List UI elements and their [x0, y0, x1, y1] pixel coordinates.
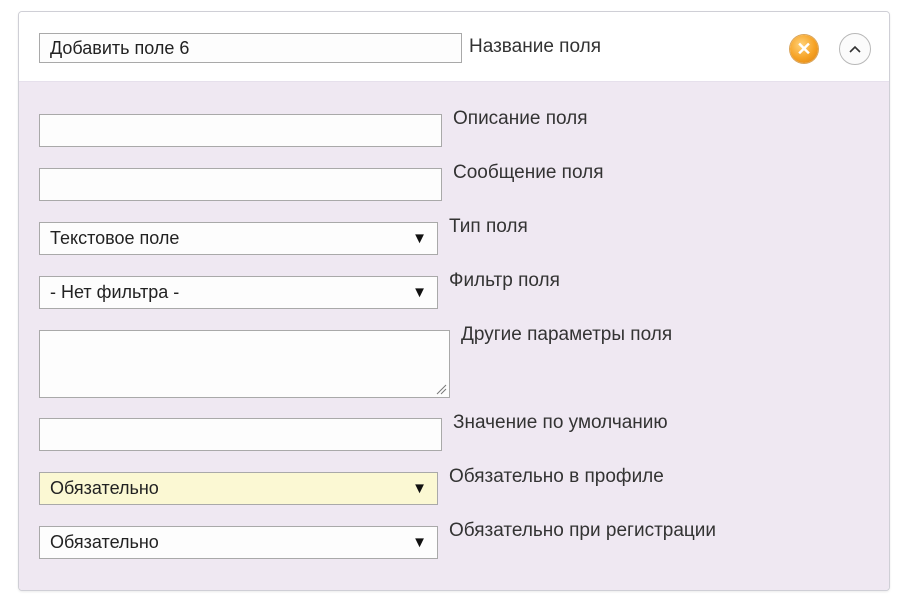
field-filter-selected: - Нет фильтра -: [50, 282, 180, 302]
description-input[interactable]: [39, 114, 442, 147]
default-value-label: Значение по умолчанию: [453, 412, 668, 433]
message-label: Сообщение поля: [453, 162, 604, 183]
dropdown-arrow-icon: ▼: [412, 534, 427, 551]
required-profile-label: Обязательно в профиле: [449, 466, 664, 487]
close-icon[interactable]: ✕: [790, 35, 818, 63]
panel-body: Описание поля Сообщение поля Текстовое п…: [19, 82, 889, 590]
dropdown-arrow-icon: ▼: [412, 480, 427, 497]
field-type-selected: Текстовое поле: [50, 228, 180, 248]
dropdown-arrow-icon: ▼: [412, 230, 427, 247]
description-label: Описание поля: [453, 108, 588, 129]
field-name-input[interactable]: [39, 33, 462, 63]
required-registration-select[interactable]: Обязательно ▼: [39, 526, 438, 559]
field-name-label: Название поля: [469, 36, 601, 57]
field-filter-select[interactable]: - Нет фильтра - ▼: [39, 276, 438, 309]
required-profile-select[interactable]: Обязательно ▼: [39, 472, 438, 505]
panel-header: Название поля ✕: [19, 12, 889, 82]
resize-grip-icon[interactable]: [435, 383, 447, 395]
field-filter-label: Фильтр поля: [449, 270, 560, 291]
field-editor-panel: Название поля ✕ Описание поля Сообщение …: [18, 11, 890, 591]
default-value-input[interactable]: [39, 418, 442, 451]
other-params-textarea[interactable]: [39, 330, 450, 398]
required-registration-selected: Обязательно: [50, 532, 159, 552]
dropdown-arrow-icon: ▼: [412, 284, 427, 301]
message-input[interactable]: [39, 168, 442, 201]
field-type-select[interactable]: Текстовое поле ▼: [39, 222, 438, 255]
required-profile-selected: Обязательно: [50, 478, 159, 498]
required-registration-label: Обязательно при регистрации: [449, 520, 717, 541]
other-params-label: Другие параметры поля: [461, 324, 673, 345]
chevron-up-icon[interactable]: [839, 33, 871, 65]
field-type-label: Тип поля: [449, 216, 528, 237]
